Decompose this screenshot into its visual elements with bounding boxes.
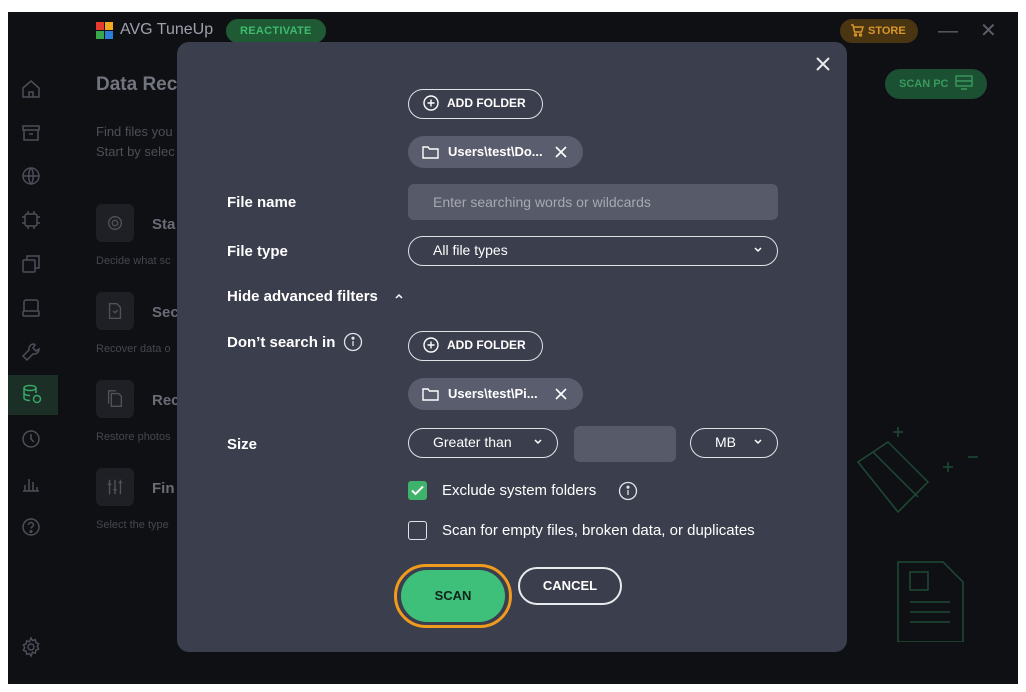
exclude-add-folder-button[interactable]: ADD FOLDER (408, 331, 543, 361)
excluded-folder-chip: Users\test\Pi... (408, 378, 583, 410)
scan-pc-button[interactable]: SCAN PC (885, 69, 987, 99)
card-subtitle: Recover data o (96, 343, 171, 355)
close-icon[interactable] (811, 52, 835, 76)
scan-pc-icon (954, 75, 973, 90)
size-comparator-select[interactable]: Greater than (408, 428, 558, 458)
card-title: Sec (152, 304, 179, 321)
file-type-value: All file types (433, 242, 508, 258)
advanced-filters-label: Hide advanced filters (227, 288, 378, 305)
avg-logo-icon (96, 22, 114, 40)
dont-search-label: Don’t search in (227, 334, 336, 351)
search-filters-dialog: ADD FOLDER Users\test\Do... File name Fi… (177, 42, 847, 652)
card-title: Sta (152, 216, 176, 233)
cart-icon (851, 24, 864, 37)
file-type-label: File type (227, 243, 288, 260)
search-folder-chip: Users\test\Do... (408, 136, 583, 168)
file-type-select[interactable]: All file types (408, 236, 778, 266)
plus-circle-icon (423, 337, 439, 353)
card-title: Rec (152, 392, 180, 409)
add-folder-button[interactable]: ADD FOLDER (408, 89, 543, 119)
page-title: Data Rec (96, 74, 178, 95)
exclude-add-folder-label: ADD FOLDER (447, 338, 526, 352)
size-value-input[interactable] (574, 426, 676, 462)
folder-icon (422, 146, 439, 159)
exclude-system-label: Exclude system folders (442, 482, 597, 499)
advanced-filters-toggle[interactable]: Hide advanced filters (227, 288, 404, 305)
card-subtitle: Decide what sc (96, 255, 171, 267)
size-unit-select[interactable]: MB (690, 428, 778, 458)
info-icon[interactable] (618, 481, 638, 501)
remove-folder-icon[interactable] (554, 145, 568, 159)
size-comparator-value: Greater than (433, 434, 512, 450)
search-folder-path: Users\test\Do... (448, 144, 543, 159)
chart-icon[interactable] (20, 472, 44, 496)
scan-empty-label: Scan for empty files, broken data, or du… (442, 522, 755, 539)
checkmark-icon (411, 485, 424, 496)
sliders-icon (96, 468, 134, 506)
excluded-folder-path: Users\test\Pi... (448, 386, 538, 401)
app-title: AVG TuneUp (120, 21, 214, 38)
chevron-down-icon (754, 439, 762, 445)
folder-icon (422, 388, 439, 401)
file-copy-icon (96, 380, 134, 418)
scan-pc-label: SCAN PC (899, 78, 949, 90)
remove-folder-icon[interactable] (554, 387, 568, 401)
plus-circle-icon (423, 95, 439, 111)
scan-empty-checkbox[interactable] (408, 521, 427, 540)
exclude-system-checkbox[interactable] (408, 481, 427, 500)
history-icon[interactable] (20, 428, 44, 452)
size-label: Size (227, 436, 258, 453)
help-icon[interactable] (20, 516, 44, 540)
store-button[interactable]: STORE (840, 19, 918, 43)
app-window: AVG TuneUp REACTIVATE STORE — ✕ Data Rec… (8, 12, 1018, 684)
window-close-button[interactable]: ✕ (980, 21, 997, 41)
wrench-icon[interactable] (20, 341, 44, 365)
layers-icon[interactable] (20, 253, 44, 277)
card-subtitle: Restore photos (96, 431, 171, 443)
card-subtitle: Select the type (96, 519, 169, 531)
gear-icon (96, 204, 134, 242)
shield-file-icon (96, 292, 134, 330)
folder-illustration-icon (856, 427, 978, 642)
settings-icon[interactable] (20, 636, 44, 660)
drive-icon[interactable] (20, 297, 44, 321)
archive-icon[interactable] (20, 122, 44, 146)
minimize-button[interactable]: — (938, 21, 958, 41)
reactivate-button[interactable]: REACTIVATE (226, 19, 326, 43)
chevron-down-icon (534, 439, 542, 445)
sidebar (8, 52, 58, 684)
home-icon[interactable] (20, 78, 44, 102)
card-title: Fin (152, 480, 175, 497)
file-name-input[interactable] (408, 184, 778, 220)
file-name-label: File name (227, 194, 297, 211)
cpu-icon[interactable] (20, 209, 44, 233)
add-folder-label: ADD FOLDER (447, 96, 526, 110)
scan-button[interactable]: SCAN (401, 570, 505, 622)
chevron-down-icon (754, 247, 762, 253)
size-unit-value: MB (715, 434, 736, 450)
cancel-button[interactable]: CANCEL (518, 567, 622, 605)
data-recovery-icon[interactable] (8, 375, 58, 415)
chevron-up-icon (395, 293, 403, 299)
globe-icon[interactable] (20, 165, 44, 189)
info-icon[interactable] (343, 332, 363, 352)
store-label: STORE (868, 25, 906, 37)
